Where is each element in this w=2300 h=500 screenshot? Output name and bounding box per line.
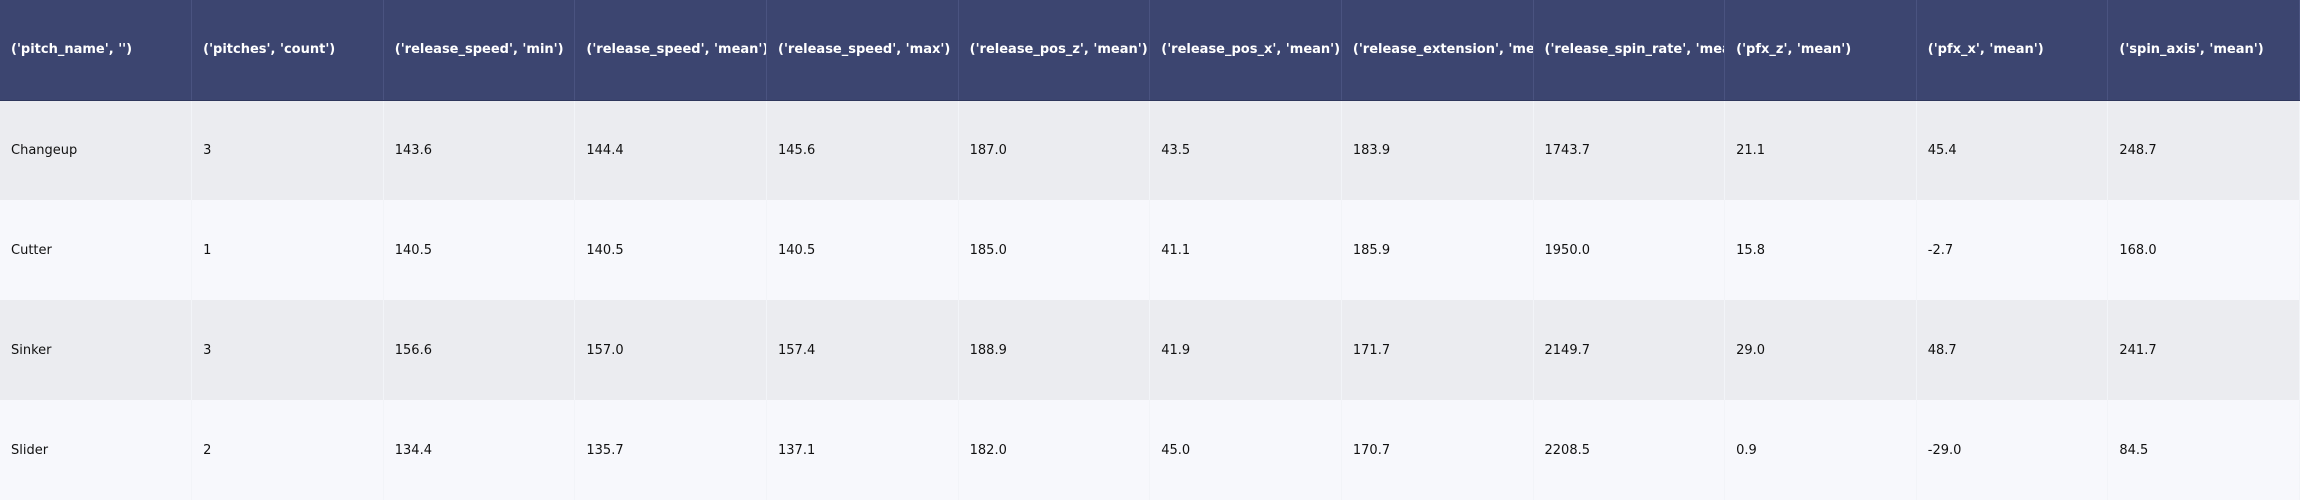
table-cell: 171.7 <box>1341 300 1534 400</box>
table-cell: 157.0 <box>574 300 767 400</box>
table-cell: 84.5 <box>2107 400 2300 500</box>
column-header[interactable]: ('release_speed', 'mean') <box>574 0 767 101</box>
column-header[interactable]: ('pitch_name', '') <box>0 0 193 101</box>
table-cell: 2208.5 <box>1533 400 1726 500</box>
pitch-name-cell: Sinker <box>0 300 193 400</box>
table-cell: 170.7 <box>1341 400 1534 500</box>
table-row: Changeup 3 143.6 144.4 145.6 187.0 43.5 183.9 17… <box>0 100 2300 200</box>
column-header[interactable]: ('release_speed', 'min') <box>383 0 576 101</box>
table-cell: -2.7 <box>1916 200 2109 300</box>
table-cell: -29.0 <box>1916 400 2109 500</box>
table-cell: 144.4 <box>574 100 767 200</box>
table-cell: 140.5 <box>574 200 767 300</box>
table-cell: 140.5 <box>383 200 576 300</box>
column-header[interactable]: ('release_pos_z', 'mean') <box>958 0 1151 101</box>
table-cell: 1743.7 <box>1533 100 1726 200</box>
table-cell: 1950.0 <box>1533 200 1726 300</box>
data-table-container: ('pitch_name', '') ('pitches', 'count') ('… <box>0 0 2300 500</box>
table-cell: 134.4 <box>383 400 576 500</box>
pitch-name-cell: Cutter <box>0 200 193 300</box>
table-cell: 143.6 <box>383 100 576 200</box>
table-cell: 41.9 <box>1149 300 1342 400</box>
table-cell: 140.5 <box>766 200 959 300</box>
table-row: Slider 2 134.4 135.7 137.1 182.0 45.0 170.7 2208… <box>0 400 2300 500</box>
table-header: ('pitch_name', '') ('pitches', 'count') ('… <box>0 0 2300 101</box>
table-cell: 41.1 <box>1149 200 1342 300</box>
table-cell: 2149.7 <box>1533 300 1726 400</box>
table-cell: 43.5 <box>1149 100 1342 200</box>
column-header[interactable]: ('release_pos_x', 'mean') <box>1149 0 1342 101</box>
table-cell: 188.9 <box>958 300 1151 400</box>
table-cell: 135.7 <box>574 400 767 500</box>
table-cell: 157.4 <box>766 300 959 400</box>
table-cell: 0.9 <box>1724 400 1917 500</box>
table-cell: 1 <box>191 200 384 300</box>
table-cell: 3 <box>191 300 384 400</box>
table-body: Changeup 3 143.6 144.4 145.6 187.0 43.5 183.9 17… <box>0 100 2300 500</box>
table-cell: 187.0 <box>958 100 1151 200</box>
table-cell: 21.1 <box>1724 100 1917 200</box>
table-cell: 29.0 <box>1724 300 1917 400</box>
table-row: Cutter 1 140.5 140.5 140.5 185.0 41.1 185.9 1950… <box>0 200 2300 300</box>
column-header[interactable]: ('release_speed', 'max') <box>766 0 959 101</box>
table-cell: 2 <box>191 400 384 500</box>
column-header[interactable]: ('spin_axis', 'mean') <box>2107 0 2300 101</box>
table-cell: 15.8 <box>1724 200 1917 300</box>
table-cell: 145.6 <box>766 100 959 200</box>
pitch-stats-table: ('pitch_name', '') ('pitches', 'count') ('… <box>0 0 2300 500</box>
table-cell: 185.0 <box>958 200 1151 300</box>
table-cell: 3 <box>191 100 384 200</box>
column-header[interactable]: ('release_spin_rate', 'mean') <box>1533 0 1726 101</box>
table-cell: 45.0 <box>1149 400 1342 500</box>
table-cell: 156.6 <box>383 300 576 400</box>
table-row: Sinker 3 156.6 157.0 157.4 188.9 41.9 171.7 2149… <box>0 300 2300 400</box>
header-row: ('pitch_name', '') ('pitches', 'count') ('… <box>0 0 2300 101</box>
pitch-name-cell: Slider <box>0 400 193 500</box>
column-header[interactable]: ('pfx_x', 'mean') <box>1916 0 2109 101</box>
table-cell: 45.4 <box>1916 100 2109 200</box>
column-header[interactable]: ('pitches', 'count') <box>191 0 384 101</box>
table-cell: 168.0 <box>2107 200 2300 300</box>
pitch-name-cell: Changeup <box>0 100 193 200</box>
table-cell: 137.1 <box>766 400 959 500</box>
table-cell: 241.7 <box>2107 300 2300 400</box>
column-header[interactable]: ('pfx_z', 'mean') <box>1724 0 1917 101</box>
table-cell: 248.7 <box>2107 100 2300 200</box>
table-cell: 183.9 <box>1341 100 1534 200</box>
table-cell: 182.0 <box>958 400 1151 500</box>
column-header[interactable]: ('release_extension', 'mean') <box>1341 0 1534 101</box>
table-cell: 48.7 <box>1916 300 2109 400</box>
table-cell: 185.9 <box>1341 200 1534 300</box>
